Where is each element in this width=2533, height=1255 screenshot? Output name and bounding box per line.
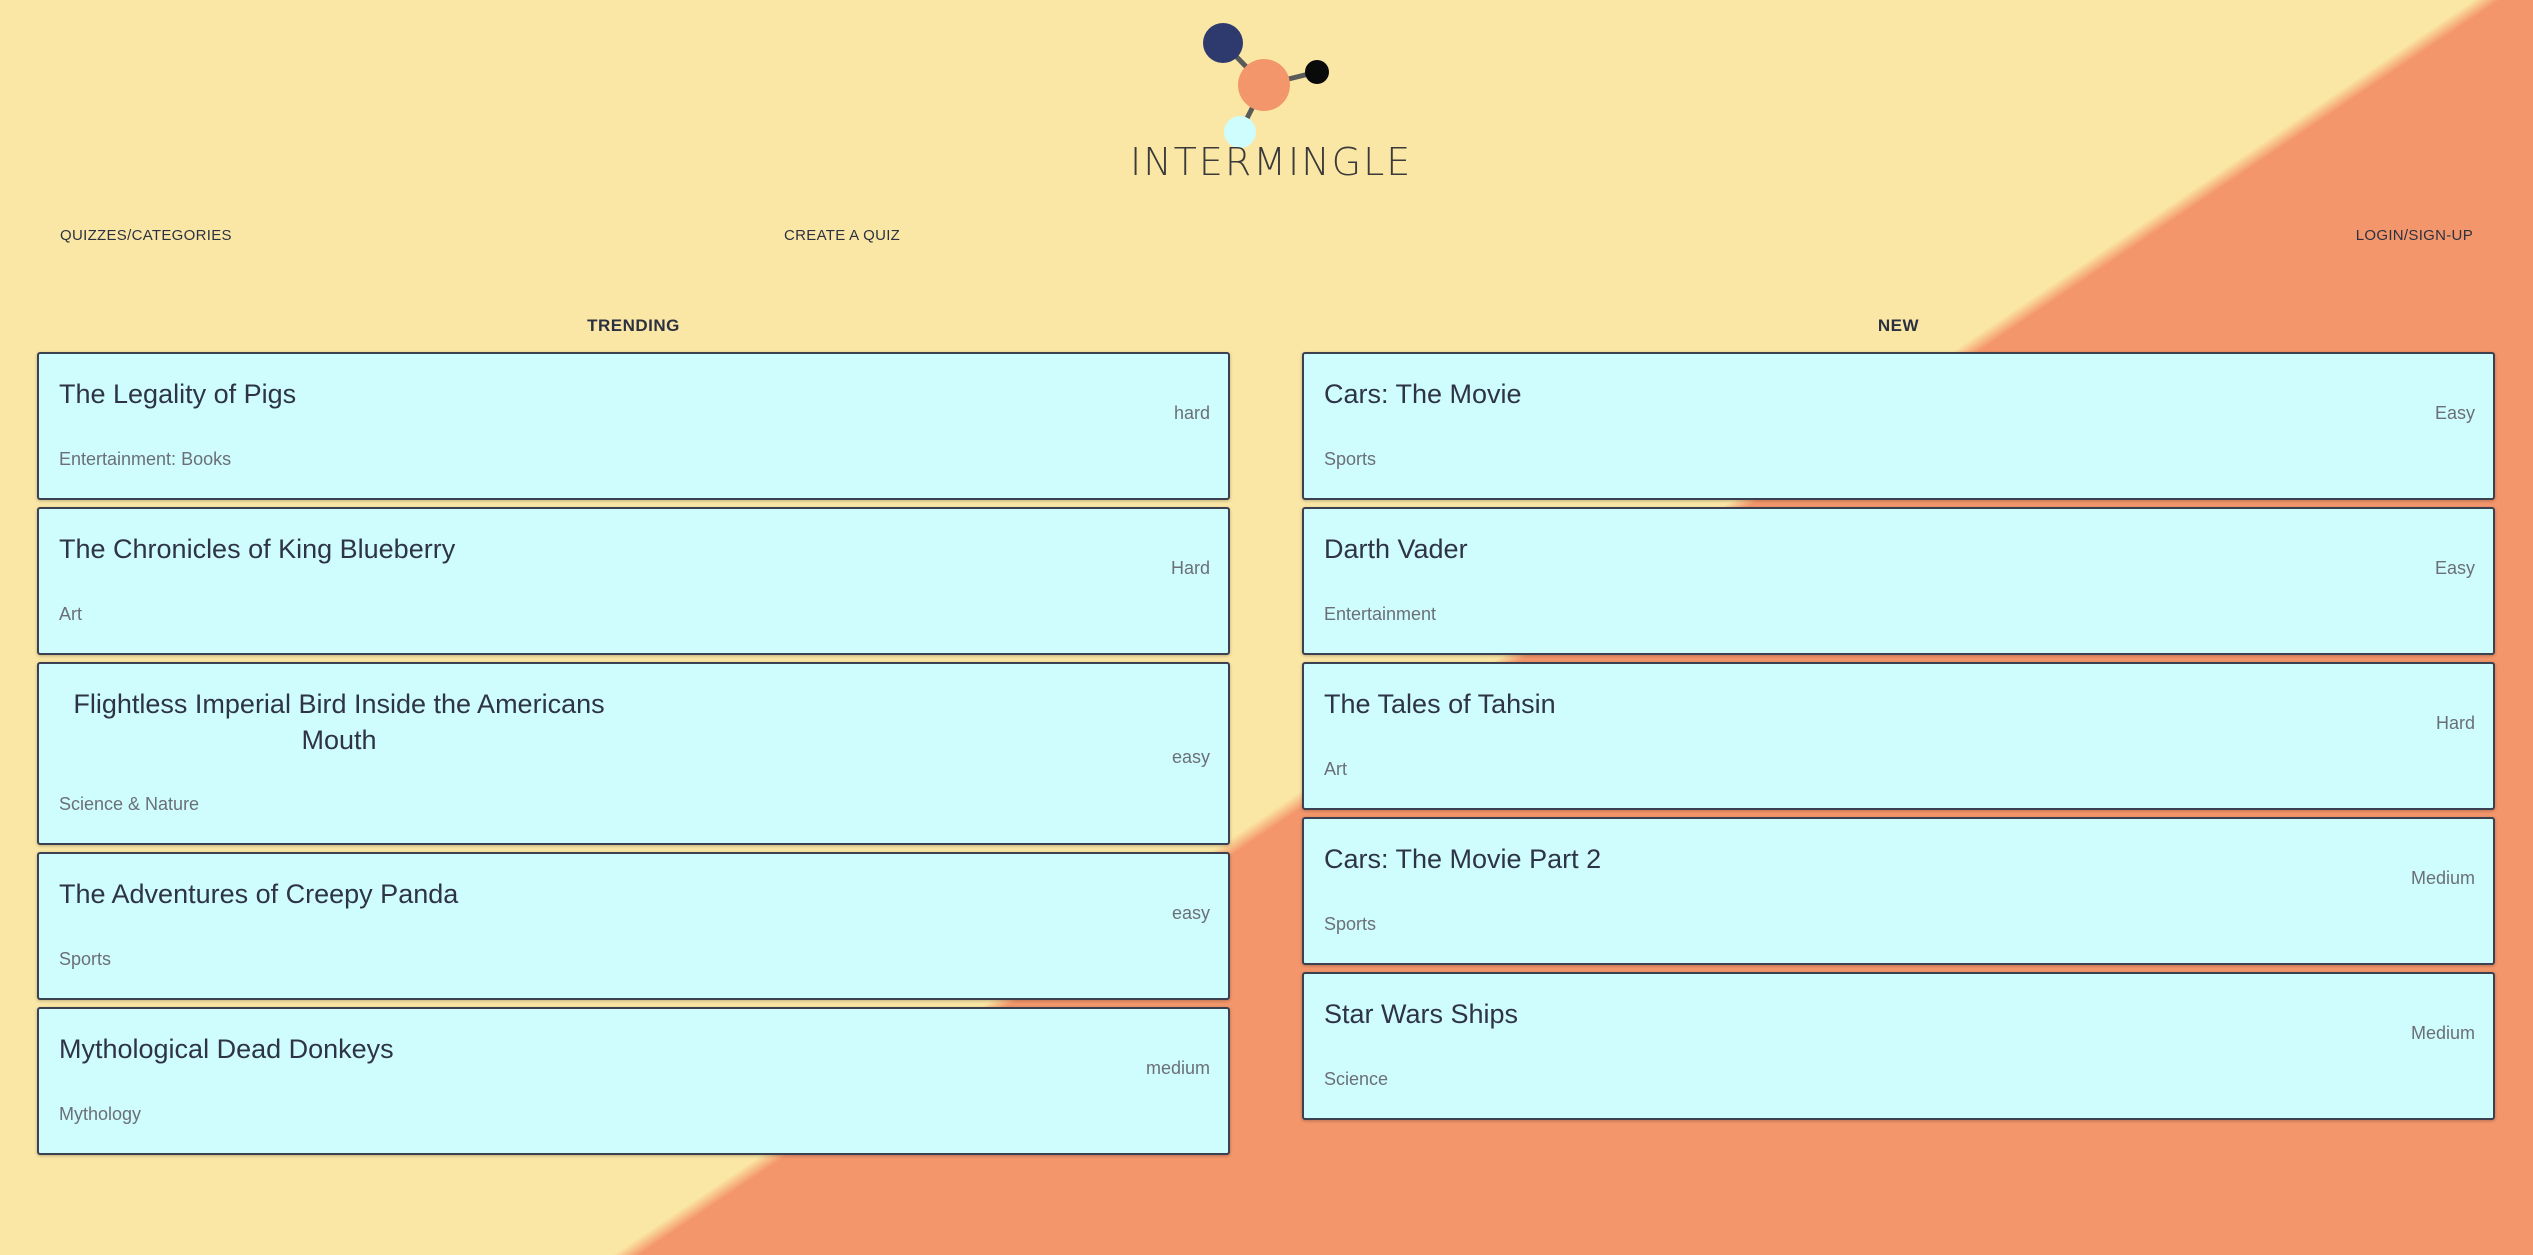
quiz-title: Mythological Dead Donkeys — [59, 1034, 394, 1064]
nav-quizzes-categories[interactable]: QUIZZES/CATEGORIES — [60, 227, 232, 244]
quiz-difficulty: Hard — [1170, 558, 1210, 578]
quiz-category: Science — [1324, 1069, 1389, 1089]
quiz-title: Cars: The Movie — [1324, 379, 1522, 409]
quiz-card[interactable]: The Legality of Pigs hard Entertainment:… — [37, 352, 1230, 500]
quiz-difficulty: Easy — [2434, 558, 2475, 578]
quiz-card[interactable]: The Chronicles of King Blueberry Hard Ar… — [37, 507, 1230, 655]
quiz-title: The Adventures of Creepy Panda — [59, 879, 459, 909]
quiz-card[interactable]: Darth Vader Easy Entertainment — [1302, 507, 2495, 655]
quiz-difficulty: hard — [1173, 403, 1210, 423]
quiz-card[interactable]: The Tales of Tahsin Hard Art — [1302, 662, 2495, 810]
quiz-difficulty: easy — [1171, 903, 1210, 923]
quiz-difficulty: Medium — [2410, 1023, 2475, 1043]
quiz-title: The Tales of Tahsin — [1324, 689, 1556, 719]
quiz-category: Sports — [1324, 914, 1377, 934]
quiz-title: The Legality of Pigs — [59, 379, 297, 409]
nav-login-signup[interactable]: LOGIN/SIGN-UP — [2356, 227, 2473, 244]
quiz-category: Entertainment — [1324, 604, 1437, 624]
quiz-category: Mythology — [59, 1104, 142, 1124]
quiz-difficulty: medium — [1145, 1058, 1210, 1078]
quiz-difficulty: easy — [1171, 747, 1210, 767]
quiz-difficulty: Medium — [2410, 868, 2475, 888]
quiz-category: Science & Nature — [59, 794, 200, 814]
quiz-title: Flightless Imperial Bird Inside the Amer… — [73, 689, 605, 755]
quiz-difficulty: Hard — [2435, 713, 2475, 733]
quiz-difficulty: Easy — [2434, 403, 2475, 423]
quiz-category: Art — [59, 604, 83, 624]
quiz-card[interactable]: Cars: The Movie Easy Sports — [1302, 352, 2495, 500]
quiz-card[interactable]: The Adventures of Creepy Panda easy Spor… — [37, 852, 1230, 1000]
nav-create-quiz[interactable]: CREATE A QUIZ — [784, 227, 900, 244]
quiz-title: Star Wars Ships — [1324, 999, 1519, 1029]
quiz-category: Entertainment: Books — [59, 449, 232, 469]
quiz-category: Sports — [1324, 449, 1377, 469]
quiz-card[interactable]: Cars: The Movie Part 2 Medium Sports — [1302, 817, 2495, 965]
new-heading: NEW — [1877, 316, 1920, 335]
quiz-title: Cars: The Movie Part 2 — [1324, 844, 1602, 874]
quiz-card[interactable]: Mythological Dead Donkeys medium Mytholo… — [37, 1007, 1230, 1155]
quiz-title: The Chronicles of King Blueberry — [59, 534, 456, 564]
quiz-card[interactable]: Star Wars Ships Medium Science — [1302, 972, 2495, 1120]
trending-heading: TRENDING — [587, 316, 680, 335]
quiz-card[interactable]: Flightless Imperial Bird Inside the Amer… — [37, 662, 1230, 845]
new-list: Cars: The Movie Easy Sports Darth Vader … — [1302, 352, 2495, 1127]
quiz-category: Sports — [59, 949, 112, 969]
trending-list: The Legality of Pigs hard Entertainment:… — [37, 352, 1230, 1162]
brand-name: INTERMINGLE — [1130, 140, 1413, 184]
quiz-title: Darth Vader — [1324, 534, 1468, 564]
quiz-category: Art — [1324, 759, 1348, 779]
